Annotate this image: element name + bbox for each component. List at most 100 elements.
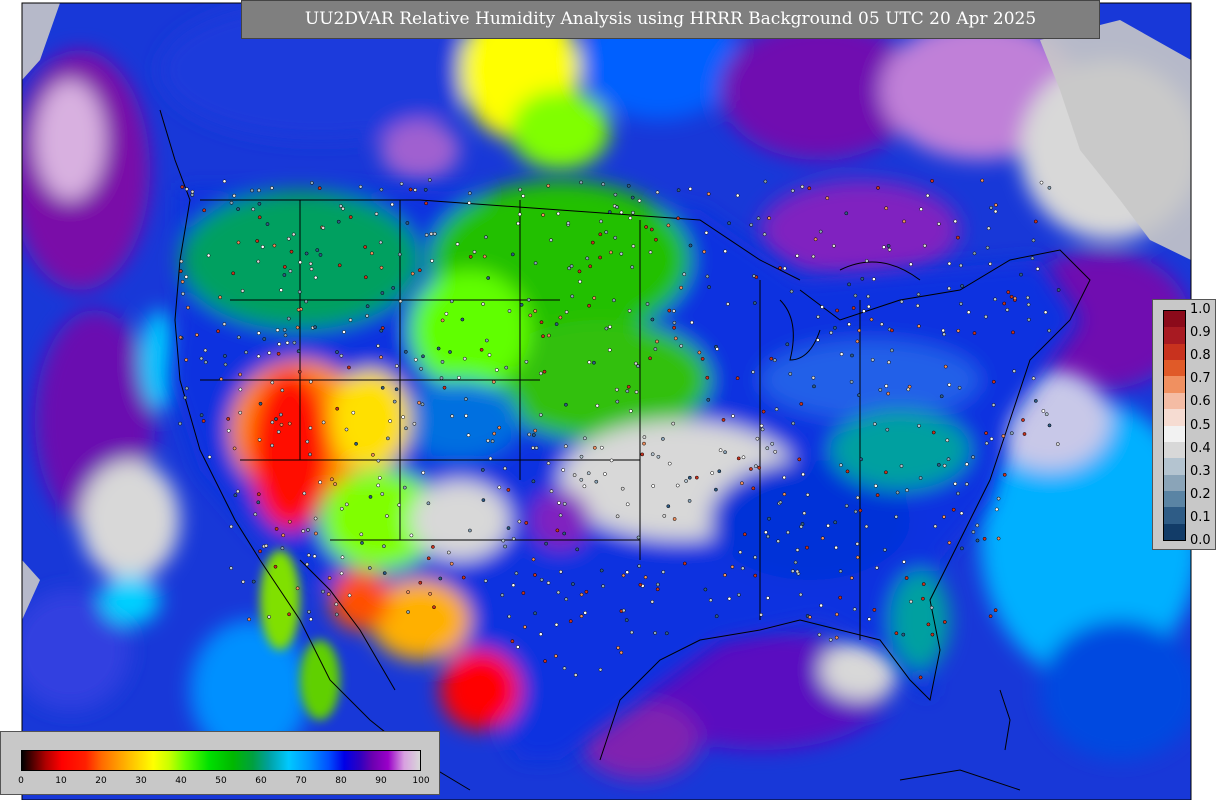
station-dot: [849, 380, 854, 384]
station-dot: [370, 251, 374, 256]
station-dot: [236, 489, 240, 494]
station-dot: [849, 576, 854, 580]
station-dot: [291, 232, 296, 237]
station-dot: [991, 379, 996, 384]
station-dot: [798, 592, 803, 597]
station-dot: [1043, 310, 1048, 315]
station-dot: [527, 432, 532, 437]
station-dot: [767, 516, 771, 521]
station-dot: [467, 201, 472, 205]
station-dot: [380, 291, 385, 295]
station-dot: [397, 252, 402, 257]
station-dot: [190, 189, 195, 194]
station-dot: [426, 501, 431, 506]
station-dot: [855, 555, 860, 560]
station-dot: [195, 333, 199, 337]
station-dot: [398, 299, 403, 304]
station-dot: [946, 457, 951, 462]
station-dot: [838, 595, 843, 600]
station-legend: 1.0 0.9 0.8 0.7 0.6 0.5 0.4 0.3 0.2 0.1 0.0: [1152, 299, 1216, 550]
station-dot: [183, 395, 187, 400]
station-dot: [604, 326, 609, 331]
station-dot: [847, 322, 851, 327]
station-dot: [916, 292, 921, 297]
station-dot: [753, 555, 757, 560]
station-dot: [229, 566, 233, 570]
station-dot: [1021, 418, 1025, 422]
station-dot: [516, 645, 520, 649]
station-dot: [730, 565, 735, 569]
station-dot: [517, 519, 522, 524]
station-dot: [625, 389, 630, 393]
station-dot: [816, 314, 820, 319]
station-dot: [386, 436, 390, 441]
station-dot: [354, 441, 358, 446]
station-dot: [579, 454, 584, 459]
station-dot: [371, 452, 375, 457]
station-dot: [715, 347, 719, 351]
station-dot: [788, 372, 793, 376]
station-dot: [1044, 412, 1049, 417]
station-dot: [972, 331, 977, 335]
station-dot: [207, 455, 212, 459]
colorbar-tick-label: 10: [55, 776, 67, 786]
station-dot: [882, 245, 886, 249]
station-dot: [274, 527, 279, 531]
station-dot: [283, 333, 288, 338]
station-dot: [417, 400, 421, 405]
map-title: UU2DVAR Relative Humidity Analysis using…: [241, 0, 1100, 39]
station-dot: [276, 430, 281, 434]
station-dot: [427, 178, 432, 182]
station-dot: [723, 450, 727, 455]
station-dot: [735, 376, 740, 381]
station-dot: [571, 582, 575, 586]
station-dot: [376, 344, 380, 348]
station-dot: [676, 188, 681, 193]
station-dot: [851, 306, 856, 310]
station-dot: [679, 344, 684, 348]
station-dot: [282, 328, 287, 332]
station-dot: [594, 479, 599, 484]
station-dot: [342, 330, 346, 334]
station-dot: [721, 418, 726, 422]
station-dot: [636, 535, 641, 540]
station-dot: [563, 444, 568, 449]
station-dot: [481, 498, 486, 502]
station-dot: [772, 358, 777, 363]
station-dot: [661, 570, 666, 574]
station-dot: [953, 481, 958, 486]
station-legend-colorbar: [1163, 310, 1186, 541]
station-dot: [413, 357, 418, 362]
station-dot: [549, 489, 554, 494]
station-dot: [272, 243, 277, 248]
station-dot: [1001, 434, 1006, 438]
station-dot: [348, 215, 353, 219]
station-dot: [964, 462, 969, 467]
station-dot: [619, 650, 624, 655]
station-dot: [805, 492, 810, 497]
station-dot: [972, 251, 977, 256]
station-dot: [818, 229, 823, 234]
station-dot: [702, 249, 707, 254]
station-dot: [819, 603, 823, 608]
station-dot: [260, 245, 265, 249]
station-dot: [533, 428, 538, 433]
station-dot: [467, 191, 472, 196]
station-dot: [953, 219, 958, 224]
station-dot: [808, 615, 812, 619]
station-dot: [735, 193, 740, 198]
station-dot: [462, 356, 467, 361]
station-dot: [666, 223, 671, 228]
station-dot: [306, 528, 310, 532]
station-dot: [573, 673, 578, 677]
station-dot: [397, 503, 402, 507]
station-dot: [988, 262, 993, 266]
station-dot: [672, 517, 677, 521]
station-dot: [655, 587, 660, 592]
station-dot: [942, 332, 946, 337]
station-dot: [490, 439, 495, 444]
station-dot: [180, 279, 185, 284]
station-dot: [436, 346, 441, 351]
station-dot: [595, 403, 600, 408]
station-dot: [866, 304, 871, 309]
